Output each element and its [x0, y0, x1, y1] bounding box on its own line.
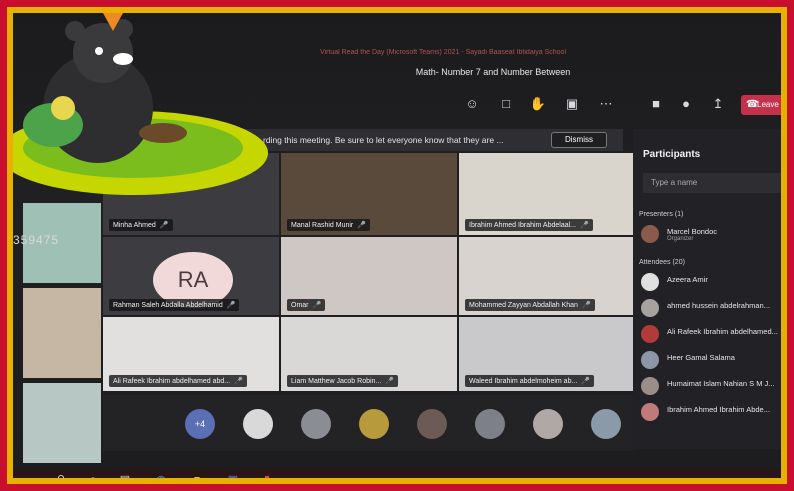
- participant-avatar[interactable]: [243, 409, 273, 439]
- share-screen-icon[interactable]: ↥: [705, 91, 731, 117]
- panel-title: Participants: [643, 149, 701, 160]
- participant-row[interactable]: Ibrahim Ahmed Ibrahim Abde...: [641, 401, 781, 423]
- video-tile[interactable]: Ibrahim Ahmed Ibrahim Abdelaal... 🎤: [459, 153, 633, 235]
- raise-hand-icon[interactable]: ✋: [525, 91, 551, 117]
- avatar: [641, 225, 659, 243]
- search-input[interactable]: Type a name: [643, 173, 781, 193]
- participant-name-label: Liam Matthew Jacob Robin... 🎤: [287, 375, 398, 387]
- phone-number: 359475: [13, 233, 60, 247]
- teams-window: 359475 Virtual Read the Day (Microsoft T…: [13, 13, 781, 478]
- camera-icon[interactable]: ■: [643, 91, 669, 117]
- search-icon[interactable]: ⚲: [53, 473, 69, 478]
- participant-strip: +4: [103, 395, 633, 451]
- participant-row[interactable]: ahmed hussein abdelrahman...: [641, 297, 781, 319]
- participant-name-label: Ibrahim Ahmed Ibrahim Abdelaal... 🎤: [465, 219, 593, 231]
- video-tile[interactable]: Liam Matthew Jacob Robin... 🎤: [281, 317, 457, 391]
- participant-name-label: Waleed Ibrahim abdelmoheim ab... 🎤: [465, 375, 595, 387]
- bear-ear: [65, 21, 85, 41]
- participant-name-label: Mohammed Zayyan Abdallah Khan 🎤: [465, 299, 595, 311]
- video-tile[interactable]: RA Rahman Saleh Abdalla Abdelhamid 🎤: [103, 237, 279, 315]
- cartoon-sticker: [13, 13, 268, 195]
- mic-icon[interactable]: ●: [673, 91, 699, 117]
- participant-row[interactable]: Humaimat Islam Nahian S M J...: [641, 375, 781, 397]
- avatar: [641, 377, 659, 395]
- participant-row[interactable]: Azeera Amir: [641, 271, 781, 293]
- video-tile[interactable]: Omar 🎤: [281, 237, 457, 315]
- participant-avatar[interactable]: [301, 409, 331, 439]
- banner-text: rding this meeting. Be sure to let every…: [263, 135, 504, 145]
- folder-icon[interactable]: ■: [189, 473, 205, 478]
- video-tile[interactable]: Waleed Ibrahim abdelmoheim ab... 🎤: [459, 317, 633, 391]
- avatar: [641, 273, 659, 291]
- desk-paper: [23, 288, 101, 378]
- participant-name: Marcel Bondoc: [667, 227, 718, 236]
- video-tile[interactable]: Ali Rafeek Ibrahim abdelhamed abd... 🎤: [103, 317, 279, 391]
- meeting-title: Math- Number 7 and Number Between: [415, 67, 571, 77]
- bear-muzzle: [113, 53, 133, 65]
- teams-icon[interactable]: ▣: [225, 473, 241, 478]
- photo-frame: 359475 Virtual Read the Day (Microsoft T…: [0, 0, 794, 491]
- dismiss-button[interactable]: Dismiss: [551, 132, 607, 148]
- participant-row[interactable]: Ali Rafeek Ibrahim abdelhamed...: [641, 323, 781, 345]
- avatar: [641, 403, 659, 421]
- more-options-icon[interactable]: ⋯: [593, 91, 619, 117]
- participant-row[interactable]: Heer Gamal Salama: [641, 349, 781, 371]
- participant-avatar[interactable]: [533, 409, 563, 439]
- participant-name-label: Manal Rashid Munir 🎤: [287, 219, 370, 231]
- participant-name: Ibrahim Ahmed Ibrahim Abde...: [667, 405, 770, 414]
- leave-button[interactable]: ☎ Leave: [741, 95, 781, 115]
- participant-row[interactable]: Marcel Bondoc Organizer: [641, 223, 781, 245]
- turtle-head: [51, 96, 75, 120]
- powerpoint-icon[interactable]: ▮: [259, 473, 275, 478]
- participant-name: Azeera Amir: [667, 275, 708, 284]
- participant-avatar[interactable]: [475, 409, 505, 439]
- avatar: [641, 325, 659, 343]
- participant-avatar[interactable]: [359, 409, 389, 439]
- participant-name-label: Omar 🎤: [287, 299, 326, 311]
- task-view-icon[interactable]: ▤: [117, 473, 133, 478]
- avatar: [641, 351, 659, 369]
- participant-avatar[interactable]: [591, 409, 621, 439]
- monitor-photo: 359475 Virtual Read the Day (Microsoft T…: [13, 13, 781, 478]
- participant-name-label: Minha Ahmed 🎤: [109, 219, 173, 231]
- participants-panel: Participants ⋯ Type a name Presenters (1…: [633, 129, 781, 449]
- video-tile[interactable]: Manal Rashid Munir 🎤: [281, 153, 457, 235]
- browser-icon[interactable]: ◉: [153, 473, 169, 478]
- phone-hangup-icon: ☎: [746, 99, 759, 110]
- participant-role: Organizer: [667, 236, 694, 242]
- close-icon[interactable]: ⋯: [780, 149, 781, 160]
- cortana-icon[interactable]: ○: [85, 473, 101, 478]
- participant-avatar[interactable]: [417, 409, 447, 439]
- bear-eye: [95, 47, 103, 55]
- avatar: [641, 299, 659, 317]
- attendees-header[interactable]: Attendees (20): [639, 259, 685, 266]
- chat-icon[interactable]: □: [493, 91, 519, 117]
- leave-label: Leave: [757, 100, 779, 109]
- participant-name: Humaimat Islam Nahian S M J...: [667, 379, 775, 388]
- breakout-icon[interactable]: ▣: [559, 91, 585, 117]
- windows-taskbar: ⚲ ○ ▤ ◉ ■ ▣ ▮: [13, 469, 781, 478]
- participant-name-label: Rahman Saleh Abdalla Abdelhamid 🎤: [109, 299, 240, 311]
- participant-name: ahmed hussein abdelrahman...: [667, 301, 770, 310]
- desk-paper: [23, 383, 101, 463]
- participant-name-label: Ali Rafeek Ibrahim abdelhamed abd... 🎤: [109, 375, 247, 387]
- people-icon[interactable]: ☺: [459, 91, 485, 117]
- participant-name: Heer Gamal Salama: [667, 353, 735, 362]
- meeting-toolbar: ☺ □ ✋ ▣ ⋯ ■ ● ↥ ☎ Leave: [453, 91, 781, 119]
- video-tile[interactable]: Mohammed Zayyan Abdallah Khan 🎤: [459, 237, 633, 315]
- log: [139, 123, 187, 143]
- participant-name: Ali Rafeek Ibrahim abdelhamed...: [667, 327, 778, 336]
- more-participants-button[interactable]: +4: [185, 409, 215, 439]
- presenters-header[interactable]: Presenters (1): [639, 211, 683, 218]
